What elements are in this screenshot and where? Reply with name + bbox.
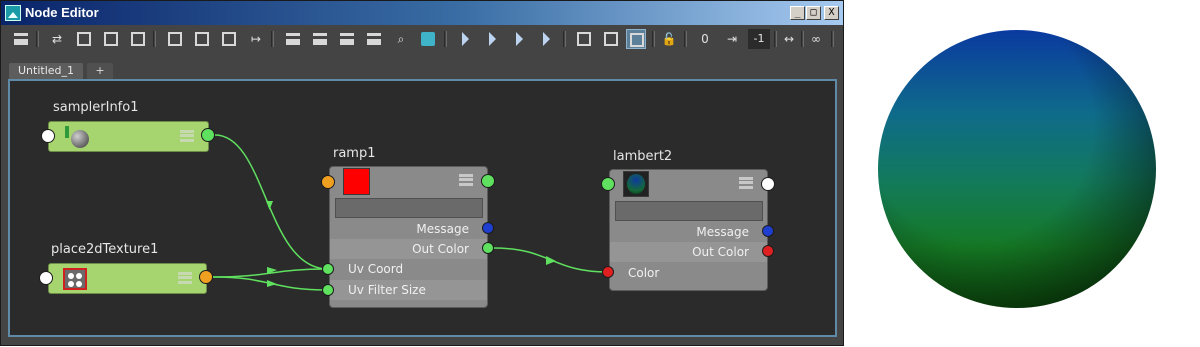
input-output-icon[interactable]: [101, 29, 121, 49]
input-icon[interactable]: [74, 29, 94, 49]
connected-view-icon[interactable]: [310, 29, 330, 49]
toolbar-separator: [563, 31, 566, 47]
node-title: place2dTexture1: [51, 242, 159, 257]
chain-icon[interactable]: ∞: [806, 29, 826, 49]
attr-message: Message: [416, 222, 469, 236]
bookmark-icon[interactable]: [418, 29, 438, 49]
message-port[interactable]: [762, 225, 774, 237]
display-mode-icon[interactable]: [178, 272, 192, 284]
custom-view-icon[interactable]: [364, 29, 384, 49]
input-port[interactable]: [601, 177, 615, 191]
attr-color: Color: [628, 266, 660, 280]
uv-filter-size-port[interactable]: [322, 284, 334, 296]
remove-icon[interactable]: [510, 29, 530, 49]
search-icon[interactable]: ⌕: [391, 29, 411, 49]
lambert-node[interactable]: Message Out Color Color: [609, 169, 768, 291]
input-port[interactable]: [321, 175, 335, 189]
minus-one-icon[interactable]: -1: [748, 29, 770, 49]
tab-untitled[interactable]: Untitled_1: [9, 63, 83, 79]
attr-uv-coord: Uv Coord: [348, 262, 404, 276]
place2d-icon: [63, 268, 87, 290]
swap-icon[interactable]: ⇄: [47, 29, 67, 49]
material-preview-sphere: [878, 30, 1156, 308]
minimize-button[interactable]: _: [790, 6, 805, 20]
maya-app-icon: [5, 5, 21, 21]
add-node-icon[interactable]: [11, 29, 31, 49]
place2dtexture-node[interactable]: [48, 263, 207, 294]
toolbar: ⇄ ↦ ⌕ 🔓 0 ⇥ -1 ↔ ∞: [1, 25, 843, 55]
maximize-button[interactable]: □: [806, 6, 821, 20]
output-port[interactable]: [481, 174, 495, 188]
toolbar-separator: [271, 31, 274, 47]
info-icon: [65, 126, 69, 138]
input-port[interactable]: [41, 129, 55, 143]
message-port[interactable]: [482, 222, 494, 234]
toolbar-separator: [774, 31, 777, 47]
add-tab-button[interactable]: +: [87, 63, 113, 79]
display-mode-icon[interactable]: [739, 177, 753, 189]
attr-message: Message: [696, 225, 749, 239]
expand-icon[interactable]: ⇥: [722, 29, 742, 49]
display-mode-icon[interactable]: [180, 130, 194, 142]
toolbar-separator: [801, 31, 804, 47]
input-port[interactable]: [39, 271, 53, 285]
attr-uv-filter-size: Uv Filter Size: [330, 280, 487, 300]
tab-bar: Untitled_1 +: [1, 59, 843, 79]
output-icon[interactable]: [128, 29, 148, 49]
dots-icon[interactable]: 0: [695, 29, 715, 49]
graph-down-icon[interactable]: [483, 29, 503, 49]
graph-materials-icon[interactable]: [626, 29, 646, 49]
attr-out-color: Out Color: [330, 239, 487, 259]
node-title: ramp1: [333, 146, 376, 161]
color-port[interactable]: [602, 266, 614, 278]
add-icon[interactable]: [537, 29, 557, 49]
arrows-icon[interactable]: ↔: [779, 29, 799, 49]
title-bar[interactable]: Node Editor _ □ X: [1, 1, 843, 25]
lock-icon[interactable]: 🔓: [659, 29, 679, 49]
toolbar-separator: [444, 31, 447, 47]
rearrange-icon[interactable]: [574, 29, 594, 49]
connect-icon[interactable]: ↦: [246, 29, 266, 49]
output-port[interactable]: [199, 270, 213, 284]
layout-icon[interactable]: [219, 29, 239, 49]
clear-icon[interactable]: [601, 29, 621, 49]
material-preview-bar: [615, 201, 763, 221]
window-title: Node Editor: [25, 5, 99, 20]
ramp-node[interactable]: Message Out Color Uv Coord Uv Filter Siz…: [329, 166, 488, 308]
graph-up-icon[interactable]: [456, 29, 476, 49]
ramp-preview-bar: [335, 198, 483, 218]
node-editor-window: Node Editor _ □ X ⇄ ↦ ⌕ 🔓 0 ⇥ -1 ↔ ∞ Unt…: [0, 0, 844, 346]
ramp-swatch: [343, 168, 370, 195]
toolbar-separator: [684, 31, 687, 47]
material-swatch: [623, 171, 649, 197]
full-view-icon[interactable]: [337, 29, 357, 49]
uv-coord-port[interactable]: [322, 263, 334, 275]
frame-selected-icon[interactable]: [192, 29, 212, 49]
output-port[interactable]: [201, 128, 215, 142]
attr-out-color: Out Color: [610, 242, 767, 262]
toolbar-separator: [831, 31, 834, 47]
out-color-port[interactable]: [482, 242, 494, 254]
output-port[interactable]: [761, 177, 775, 191]
node-title: lambert2: [613, 149, 673, 164]
display-mode-icon[interactable]: [459, 174, 473, 186]
toolbar-separator: [652, 31, 655, 47]
sphere-icon: [71, 130, 89, 148]
simple-view-icon[interactable]: [283, 29, 303, 49]
close-button[interactable]: X: [824, 6, 839, 20]
node-title: samplerInfo1: [53, 100, 139, 115]
toolbar-separator: [153, 31, 156, 47]
toolbar-separator: [36, 31, 39, 47]
frame-all-icon[interactable]: [165, 29, 185, 49]
samplerinfo-node[interactable]: [48, 121, 209, 152]
out-color-port[interactable]: [762, 245, 774, 257]
